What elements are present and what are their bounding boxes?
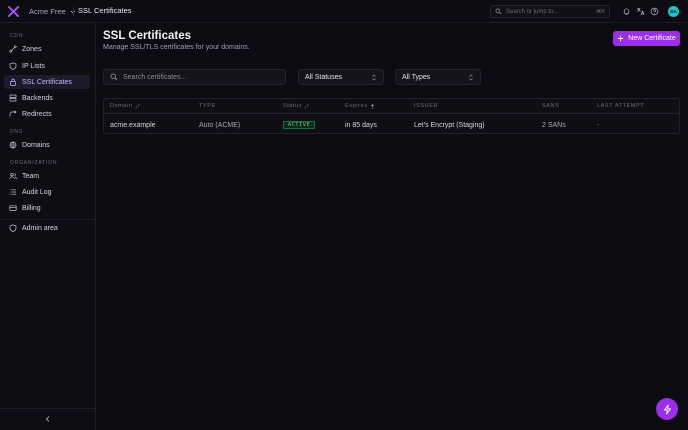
- sidebar-item-team[interactable]: Team: [4, 169, 90, 183]
- cell-sans: 2 SANs: [542, 122, 566, 129]
- shield-icon: [9, 224, 17, 232]
- status-filter-select[interactable]: All Statuses: [298, 69, 384, 85]
- lightning-icon: [663, 404, 671, 414]
- list-icon: [9, 189, 16, 195]
- certificate-search-placeholder: Search certificates...: [123, 73, 187, 81]
- sidebar-item-label: Backends: [22, 94, 53, 102]
- column-header-label: Expires: [345, 103, 368, 109]
- breadcrumb: SSL Certificates: [78, 6, 132, 15]
- status-badge: ACTIVE: [283, 121, 316, 129]
- arrow-up-icon: [370, 103, 374, 108]
- help-icon[interactable]: [650, 7, 659, 16]
- global-search[interactable]: Search or jump to... ⌘K: [490, 5, 610, 18]
- column-header-domain[interactable]: Domain: [110, 103, 140, 109]
- credit-card-icon: [9, 205, 17, 211]
- new-certificate-button[interactable]: New Certificate: [613, 31, 680, 46]
- sidebar-item-label: Admin area: [22, 224, 58, 232]
- column-header-label: ISSUER: [414, 103, 439, 109]
- sidebar-item-zones[interactable]: Zones: [4, 42, 90, 56]
- type-filter-value: All Types: [402, 73, 431, 81]
- column-header-label: Status: [283, 103, 303, 109]
- redirect-icon: [9, 110, 17, 117]
- plus-icon: [618, 35, 624, 42]
- sidebar: CDN Zones IP Lists SSL Certificates Back…: [0, 23, 96, 430]
- logo-icon[interactable]: [8, 6, 19, 17]
- chevron-up-down-icon: [372, 74, 376, 80]
- sort-icon: [304, 103, 309, 109]
- sidebar-item-label: Audit Log: [22, 188, 52, 196]
- type-filter-select[interactable]: All Types: [395, 69, 481, 85]
- certificate-search-input[interactable]: Search certificates...: [103, 69, 286, 85]
- chevron-left-icon[interactable]: [44, 415, 52, 423]
- certificates-table: Domain TYPE Status Expires ISSUER SANS L…: [103, 98, 680, 134]
- sidebar-section-organization: ORGANIZATION: [10, 160, 58, 166]
- column-header-expires[interactable]: Expires: [345, 103, 375, 109]
- table-header: Domain TYPE Status Expires ISSUER SANS L…: [104, 99, 679, 114]
- globe-icon: [9, 141, 17, 149]
- sidebar-item-label: Zones: [22, 45, 42, 53]
- new-certificate-label: New Certificate: [628, 35, 676, 42]
- sidebar-item-ip-lists[interactable]: IP Lists: [4, 59, 90, 73]
- sidebar-section-cdn: CDN: [10, 33, 24, 39]
- bell-icon[interactable]: [622, 7, 631, 16]
- sidebar-item-backends[interactable]: Backends: [4, 91, 90, 105]
- column-header-status[interactable]: Status: [283, 103, 309, 109]
- column-header-sans: SANS: [542, 103, 559, 109]
- search-shortcut: ⌘K: [595, 8, 605, 15]
- sidebar-item-redirects[interactable]: Redirects: [4, 107, 90, 121]
- chevron-up-down-icon: [469, 74, 473, 80]
- org-switcher[interactable]: Acme Free: [29, 6, 76, 17]
- assistant-fab-button[interactable]: [656, 398, 678, 420]
- sidebar-item-label: Redirects: [22, 110, 52, 118]
- translate-icon[interactable]: [636, 7, 645, 16]
- search-icon: [110, 73, 118, 81]
- cell-issuer: Let's Encrypt (Staging): [414, 122, 485, 129]
- sidebar-divider: [0, 219, 96, 220]
- global-search-placeholder: Search or jump to...: [506, 8, 559, 15]
- sidebar-item-label: Billing: [22, 204, 41, 212]
- column-header-label: Domain: [110, 103, 133, 109]
- cell-type: Auto (ACME): [199, 122, 241, 129]
- column-header-last-attempt: LAST ATTEMPT: [597, 103, 644, 109]
- server-icon: [9, 94, 17, 102]
- avatar[interactable]: DA: [668, 6, 679, 17]
- cell-last-attempt: -: [597, 122, 600, 129]
- sidebar-item-ssl-certificates[interactable]: SSL Certificates: [4, 75, 90, 89]
- sidebar-item-admin-area[interactable]: Admin area: [4, 221, 90, 235]
- sidebar-footer-divider: [0, 408, 96, 409]
- sidebar-item-label: IP Lists: [22, 62, 45, 70]
- column-header-label: LAST ATTEMPT: [597, 103, 645, 109]
- page-subtitle: Manage SSL/TLS certificates for your dom…: [103, 44, 250, 51]
- shield-icon: [9, 62, 17, 70]
- lock-icon: [10, 78, 16, 86]
- sidebar-item-domains[interactable]: Domains: [4, 138, 90, 152]
- sidebar-item-audit-log[interactable]: Audit Log: [4, 185, 90, 199]
- sidebar-item-label: Team: [22, 172, 40, 180]
- breadcrumb-divider: [73, 7, 74, 16]
- users-icon: [9, 172, 17, 180]
- sidebar-section-dns: DNS: [10, 129, 23, 135]
- page-title: SSL Certificates: [103, 30, 191, 42]
- column-header-label: TYPE: [199, 103, 216, 109]
- search-icon: [495, 8, 502, 15]
- sidebar-item-label: SSL Certificates: [22, 78, 72, 86]
- status-filter-value: All Statuses: [305, 73, 342, 81]
- cell-domain[interactable]: acme.example: [110, 122, 156, 129]
- org-name: Acme Free: [29, 7, 66, 16]
- sidebar-item-billing[interactable]: Billing: [4, 201, 90, 215]
- column-header-type: TYPE: [199, 103, 216, 109]
- column-header-issuer: ISSUER: [414, 103, 438, 109]
- sidebar-item-label: Domains: [22, 141, 50, 149]
- cell-expires: in 85 days: [345, 122, 377, 129]
- route-icon: [9, 45, 17, 53]
- column-header-label: SANS: [542, 103, 560, 109]
- sort-icon: [134, 103, 140, 109]
- top-bar: Acme Free SSL Certificates Search or jum…: [0, 0, 688, 23]
